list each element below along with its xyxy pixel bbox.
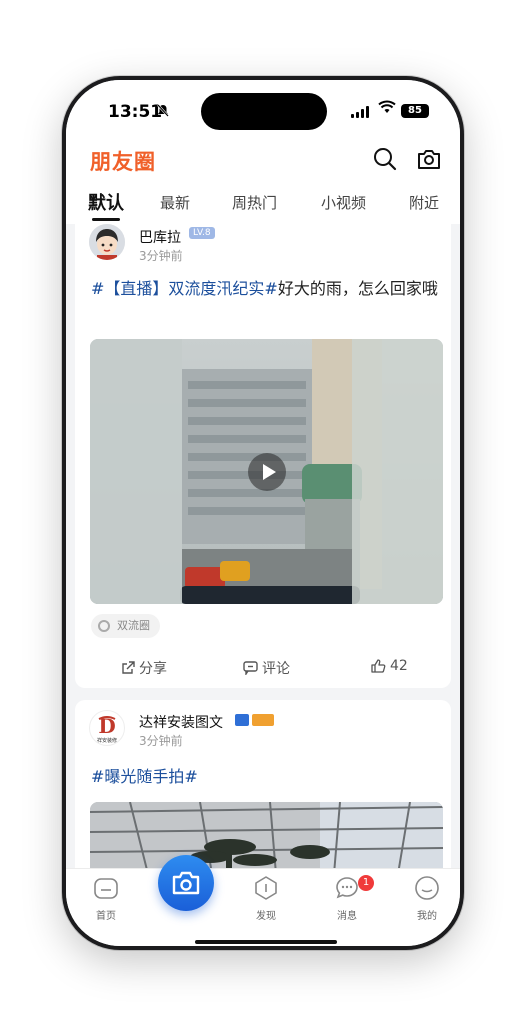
tab-home-label: 首页 (96, 911, 116, 922)
avatar[interactable] (89, 224, 125, 260)
profile-icon (415, 876, 439, 900)
feed[interactable]: 巴库拉 LV.8 3分钟前 #【直播】双流度汛纪实#好大的雨，怎么回家哦 双流圈… (66, 224, 460, 868)
post-text: 好大的雨，怎么回家哦 (277, 279, 438, 298)
battery-indicator: 85 (401, 104, 429, 118)
tab-messages-label: 消息 (337, 911, 357, 922)
post-username[interactable]: 达祥安装图文 (139, 712, 223, 732)
post-content[interactable]: #曝光随手拍# (91, 762, 443, 792)
like-count: 42 (390, 658, 408, 674)
tab-weekly-hot[interactable]: 周热门 (232, 192, 277, 213)
camera-icon (172, 871, 200, 895)
share-label: 分享 (139, 661, 167, 677)
post-card[interactable]: D 祥安装修 达祥安装图文 3分钟前 #曝光随手拍# (75, 700, 451, 868)
circle-tag-label: 双流圈 (117, 619, 150, 632)
message-icon (336, 877, 358, 899)
comment-button[interactable]: 评论 (243, 658, 290, 678)
tab-short-video[interactable]: 小视频 (321, 192, 366, 213)
search-icon[interactable] (372, 146, 398, 172)
post-topic-link[interactable]: #曝光随手拍# (91, 767, 198, 786)
feed-tabs: 默认 最新 周热门 小视频 附近 (66, 188, 460, 222)
wifi-icon (378, 100, 396, 118)
tab-home[interactable]: 首页 (76, 875, 136, 922)
bottom-tab-bar: 首页 发现 消息 1 我的 (66, 855, 460, 946)
app-header: 朋友圈 默认 最新 周热门 小视频 附近 (66, 136, 460, 224)
screen: 13:51 85 朋友圈 默认 最新 周热门 小视频 附近 巴库拉 LV.8 3… (66, 80, 460, 946)
dynamic-island (201, 93, 327, 130)
tab-mine-label: 我的 (417, 911, 437, 922)
verified-badge-icon (235, 714, 249, 726)
post-topic-link[interactable]: #【直播】双流度汛纪实# (91, 279, 278, 298)
tab-latest[interactable]: 最新 (160, 192, 190, 213)
tab-discover-label: 发现 (256, 911, 276, 922)
post-time: 3分钟前 (139, 734, 183, 748)
post-time: 3分钟前 (139, 249, 183, 263)
tab-active-indicator (92, 218, 120, 221)
post-actions: 分享 评论 42 (75, 654, 451, 682)
play-button[interactable] (248, 453, 286, 491)
level-badge: LV.8 (189, 227, 215, 239)
status-time: 13:51 (108, 102, 163, 122)
avatar[interactable]: D 祥安装修 (89, 710, 125, 746)
home-indicator[interactable] (195, 940, 337, 944)
circle-icon (98, 620, 110, 632)
share-icon (122, 661, 135, 674)
post-username[interactable]: 巴库拉 (139, 227, 181, 247)
tab-mine[interactable]: 我的 (397, 875, 457, 922)
post-content[interactable]: #【直播】双流度汛纪实#好大的雨，怎么回家哦 (91, 274, 443, 304)
thumbs-up-icon (371, 659, 386, 673)
avatar-logo-caption: 祥安装修 (97, 737, 117, 744)
post-card[interactable]: 巴库拉 LV.8 3分钟前 #【直播】双流度汛纪实#好大的雨，怎么回家哦 双流圈… (75, 224, 451, 688)
tab-default[interactable]: 默认 (88, 189, 124, 215)
post-image[interactable] (90, 802, 443, 868)
share-button[interactable]: 分享 (121, 658, 167, 678)
video-thumbnail[interactable] (90, 339, 443, 604)
comment-label: 评论 (262, 661, 290, 677)
message-badge: 1 (358, 875, 374, 891)
like-button[interactable]: 42 (371, 658, 408, 674)
camera-icon[interactable] (416, 146, 442, 172)
comment-icon (243, 661, 258, 675)
star-badge-icon (252, 714, 274, 726)
publish-camera-button[interactable] (158, 855, 214, 911)
home-icon (94, 878, 118, 899)
compass-icon (255, 876, 277, 900)
tab-discover[interactable]: 发现 (236, 875, 296, 922)
phone-frame: 13:51 85 朋友圈 默认 最新 周热门 小视频 附近 巴库拉 LV.8 3… (62, 76, 464, 950)
circle-tag[interactable]: 双流圈 (91, 614, 160, 638)
mute-bell-icon (157, 104, 169, 121)
signal-icon (351, 106, 369, 118)
tab-nearby[interactable]: 附近 (409, 192, 439, 213)
page-title: 朋友圈 (90, 150, 156, 174)
